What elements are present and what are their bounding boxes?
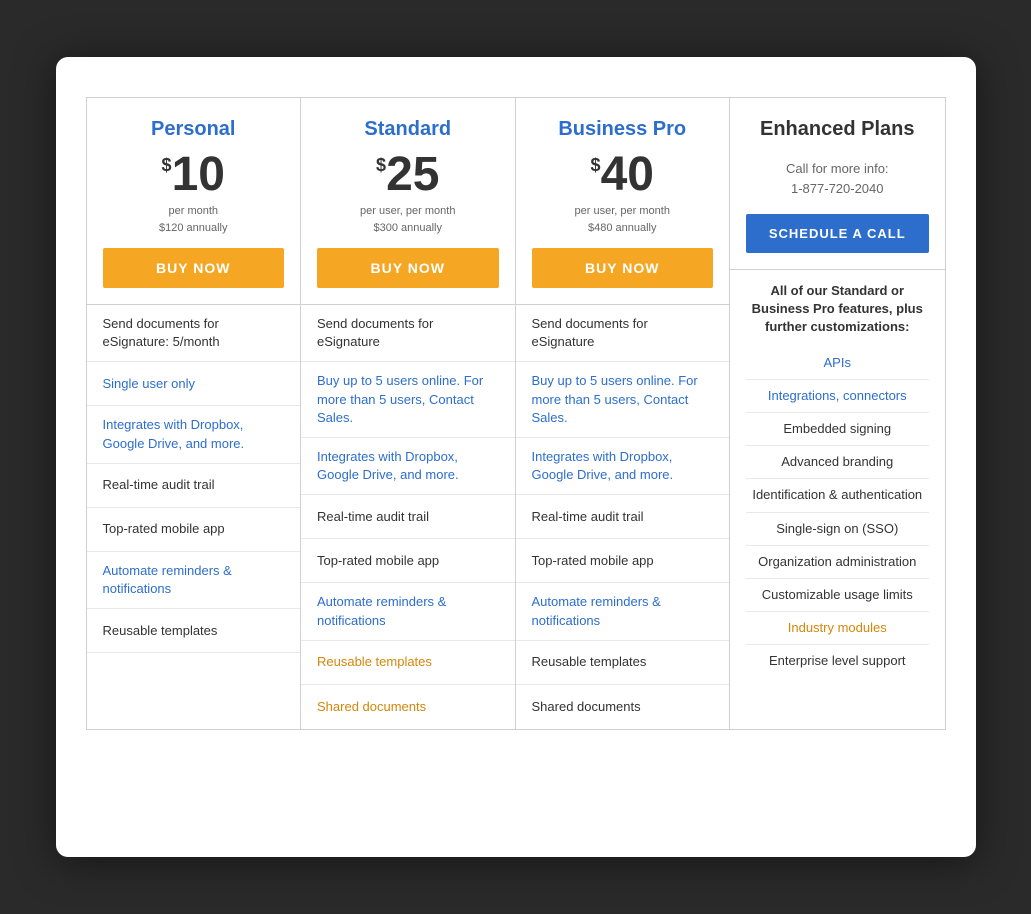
browser-window: Personal $ 10 per month $120 annually BU… (56, 57, 976, 857)
plan-price-business-pro: $ 40 (532, 151, 714, 199)
enhanced-feature-1: Integrations, connectors (746, 380, 929, 413)
plan-name-personal: Personal (103, 118, 285, 141)
plan-features-personal: Send documents for eSignature: 5/month S… (87, 305, 301, 729)
feature-standard-1: Buy up to 5 users online. For more than … (301, 362, 515, 438)
price-amount-business-pro: 40 (601, 151, 654, 199)
buy-button-business-pro[interactable]: BUY NOW (532, 248, 714, 288)
plan-header-business-pro: Business Pro $ 40 per user, per month $4… (516, 98, 730, 305)
feature-biz-4: Top-rated mobile app (516, 539, 730, 583)
enhanced-feature-5: Single-sign on (SSO) (746, 513, 929, 546)
price-annual-personal: $120 annually (159, 222, 228, 234)
plan-price-standard: $ 25 (317, 151, 499, 199)
enhanced-feature-6: Organization administration (746, 546, 929, 579)
feature-standard-6: Reusable templates (301, 641, 515, 685)
price-meta-business-pro: per user, per month $480 annually (532, 203, 714, 236)
enhanced-features-container: All of our Standard or Business Pro feat… (730, 270, 945, 689)
schedule-button[interactable]: SCHEDULE A CALL (746, 214, 929, 253)
feature-personal-6: Reusable templates (87, 609, 301, 653)
price-amount-personal: 10 (172, 151, 225, 199)
plan-name-business-pro: Business Pro (532, 118, 714, 141)
phone-number: 1-877-720-2040 (791, 181, 884, 196)
feature-biz-0: Send documents for eSignature (516, 305, 730, 362)
price-dollar-standard: $ (376, 155, 386, 176)
feature-standard-7: Shared documents (301, 685, 515, 729)
enhanced-feature-7: Customizable usage limits (746, 579, 929, 612)
feature-standard-4: Top-rated mobile app (301, 539, 515, 583)
price-annual-standard: $300 annually (373, 222, 442, 234)
price-annual-business-pro: $480 annually (588, 222, 657, 234)
plan-name-standard: Standard (317, 118, 499, 141)
enhanced-feature-3: Advanced branding (746, 446, 929, 479)
feature-biz-7: Shared documents (516, 685, 730, 729)
enhanced-feature-list: APIs Integrations, connectors Embedded s… (746, 347, 929, 678)
feature-personal-2: Integrates with Dropbox, Google Drive, a… (87, 406, 301, 463)
plan-header-enhanced: Enhanced Plans Call for more info: 1-877… (730, 98, 945, 270)
plan-col-enhanced: Enhanced Plans Call for more info: 1-877… (730, 98, 945, 729)
plan-col-personal: Personal $ 10 per month $120 annually BU… (87, 98, 302, 729)
plan-features-standard: Send documents for eSignature Buy up to … (301, 305, 515, 729)
pricing-grid: Personal $ 10 per month $120 annually BU… (86, 97, 946, 730)
call-label: Call for more info: (786, 161, 889, 176)
buy-button-personal[interactable]: BUY NOW (103, 248, 285, 288)
price-dollar-personal: $ (162, 155, 172, 176)
feature-biz-3: Real-time audit trail (516, 495, 730, 539)
price-period-business-pro: per user, per month (575, 205, 670, 217)
price-dollar-business-pro: $ (591, 155, 601, 176)
feature-biz-5: Automate reminders & notifications (516, 583, 730, 640)
plan-header-standard: Standard $ 25 per user, per month $300 a… (301, 98, 515, 305)
price-meta-personal: per month $120 annually (103, 203, 285, 236)
enhanced-intro-text: All of our Standard or Business Pro feat… (746, 282, 929, 337)
feature-biz-2: Integrates with Dropbox, Google Drive, a… (516, 438, 730, 495)
plan-name-enhanced: Enhanced Plans (746, 118, 929, 141)
feature-personal-0: Send documents for eSignature: 5/month (87, 305, 301, 362)
price-meta-standard: per user, per month $300 annually (317, 203, 499, 236)
feature-personal-4: Top-rated mobile app (87, 508, 301, 552)
feature-biz-6: Reusable templates (516, 641, 730, 685)
enhanced-feature-8: Industry modules (746, 612, 929, 645)
plan-col-standard: Standard $ 25 per user, per month $300 a… (301, 98, 516, 729)
price-period-personal: per month (168, 205, 218, 217)
plan-col-business-pro: Business Pro $ 40 per user, per month $4… (516, 98, 731, 729)
feature-standard-3: Real-time audit trail (301, 495, 515, 539)
enhanced-call-info: Call for more info: 1-877-720-2040 (746, 151, 929, 202)
enhanced-feature-0: APIs (746, 347, 929, 380)
feature-personal-1: Single user only (87, 362, 301, 406)
feature-standard-0: Send documents for eSignature (301, 305, 515, 362)
feature-personal-3: Real-time audit trail (87, 464, 301, 508)
feature-personal-5: Automate reminders & notifications (87, 552, 301, 609)
feature-standard-5: Automate reminders & notifications (301, 583, 515, 640)
price-amount-standard: 25 (386, 151, 439, 199)
feature-standard-2: Integrates with Dropbox, Google Drive, a… (301, 438, 515, 495)
plan-price-personal: $ 10 (103, 151, 285, 199)
feature-personal-7 (87, 653, 301, 697)
buy-button-standard[interactable]: BUY NOW (317, 248, 499, 288)
plan-features-enhanced: All of our Standard or Business Pro feat… (730, 270, 945, 729)
enhanced-feature-4: Identification & authentication (746, 479, 929, 512)
enhanced-feature-9: Enterprise level support (746, 645, 929, 677)
feature-biz-1: Buy up to 5 users online. For more than … (516, 362, 730, 438)
enhanced-feature-2: Embedded signing (746, 413, 929, 446)
plan-header-personal: Personal $ 10 per month $120 annually BU… (87, 98, 301, 305)
plan-features-business-pro: Send documents for eSignature Buy up to … (516, 305, 730, 729)
price-period-standard: per user, per month (360, 205, 455, 217)
